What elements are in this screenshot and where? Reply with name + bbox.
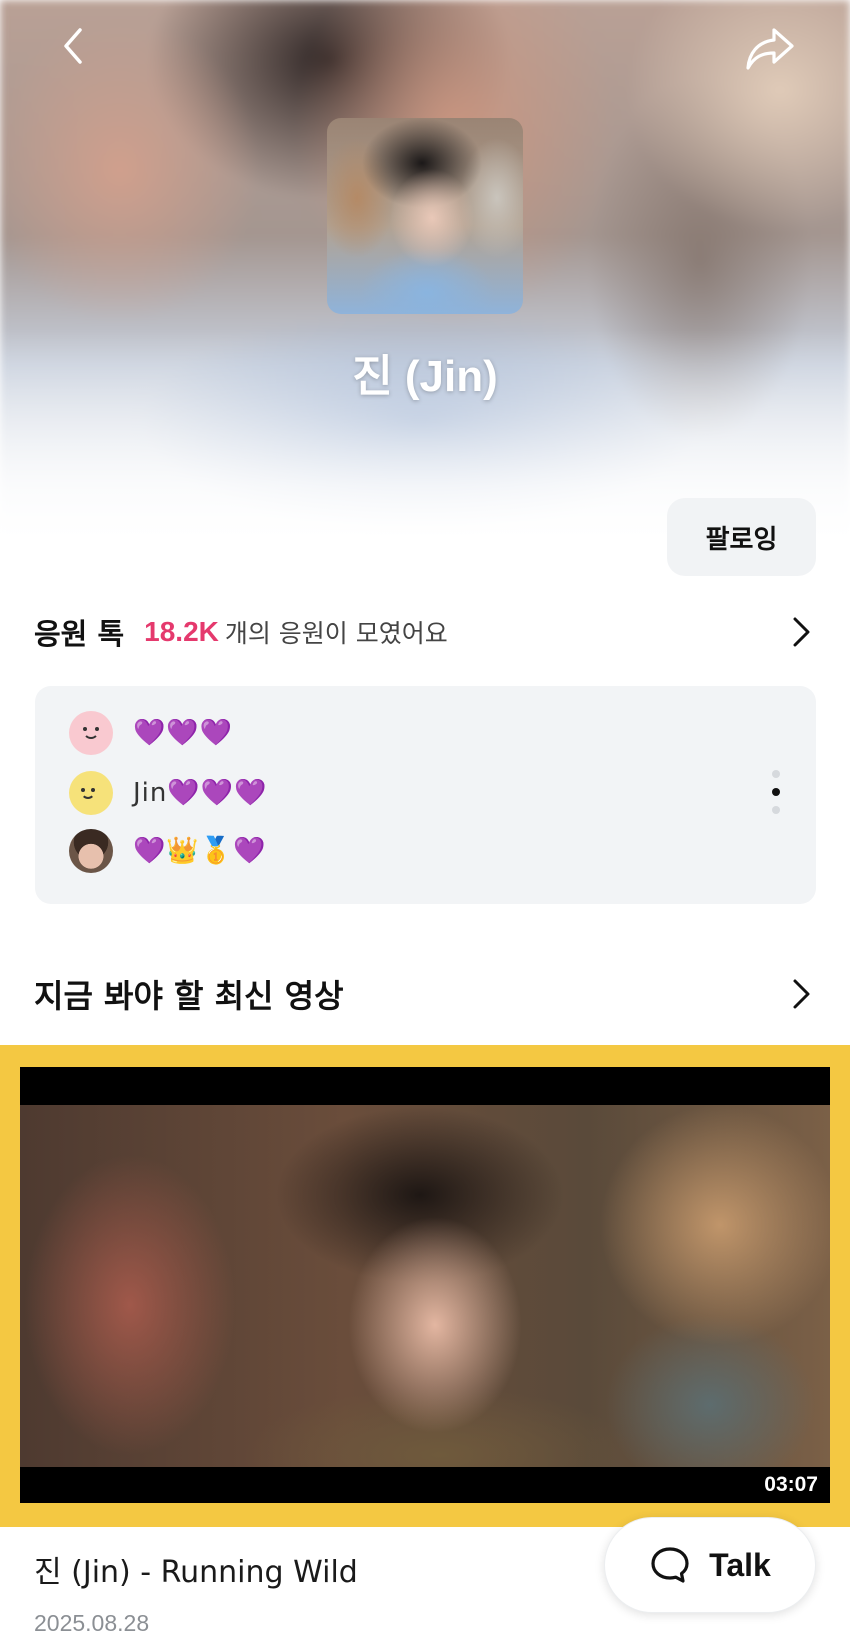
following-button[interactable]: 팔로잉 [667, 498, 816, 576]
talk-button-label: Talk [709, 1546, 771, 1583]
chevron-left-icon [64, 28, 82, 64]
share-arrow-icon [746, 28, 794, 70]
carousel-pager [772, 770, 782, 824]
video-thumbnail[interactable]: 03:07 [20, 1067, 830, 1503]
cheer-message-text: 💜👑🥇💜 [133, 836, 267, 866]
video-date: 2025.08.28 [34, 1610, 150, 1636]
latest-videos-header[interactable]: 지금 봐야 할 최신 영상 [34, 966, 816, 1022]
cheer-count: 18.2K [144, 616, 219, 647]
cheer-message-text: 💜💜💜 [133, 718, 234, 748]
profile-hero: 진 (Jin) 팔로잉 [0, 0, 850, 590]
pager-dot [772, 806, 780, 814]
cheer-message: 💜👑🥇💜 [69, 828, 267, 874]
talk-button[interactable]: Talk [604, 1517, 816, 1613]
chevron-right-icon[interactable] [786, 976, 816, 1012]
video-thumbnail-image [20, 1105, 830, 1467]
yellow-smile-avatar [69, 771, 113, 815]
back-button[interactable] [52, 24, 96, 68]
pager-dot [772, 770, 780, 778]
latest-videos-title: 지금 봐야 할 최신 영상 [34, 977, 344, 1015]
chevron-right-icon[interactable] [786, 614, 816, 650]
cheer-count-suffix: 개의 응원이 모였어요 [224, 619, 448, 648]
cheer-message: 💜💜💜 [69, 710, 233, 756]
cheer-talk-title: 응원 톡 [34, 617, 125, 651]
pink-smile-avatar [69, 711, 113, 755]
photo-avatar [69, 829, 113, 873]
pager-dot-active [772, 788, 780, 796]
artist-profile-image [327, 118, 523, 314]
artist-name: 진 (Jin) [352, 352, 498, 401]
cheer-message-text: Jin💜💜💜 [133, 778, 268, 808]
cheer-message: Jin💜💜💜 [69, 770, 268, 816]
chat-bubble-icon [651, 1547, 689, 1583]
featured-video-card[interactable]: 03:07 [0, 1045, 850, 1527]
video-duration: 03:07 [758, 1471, 824, 1499]
cheer-talk-header[interactable]: 응원 톡 18.2K 개의 응원이 모였어요 [34, 606, 816, 658]
share-button[interactable] [742, 24, 798, 74]
cheer-talk-card[interactable]: 💜💜💜 Jin💜💜💜 💜👑🥇💜 [35, 686, 816, 904]
video-title[interactable]: 진 (Jin) - Running Wild [34, 1547, 358, 1591]
